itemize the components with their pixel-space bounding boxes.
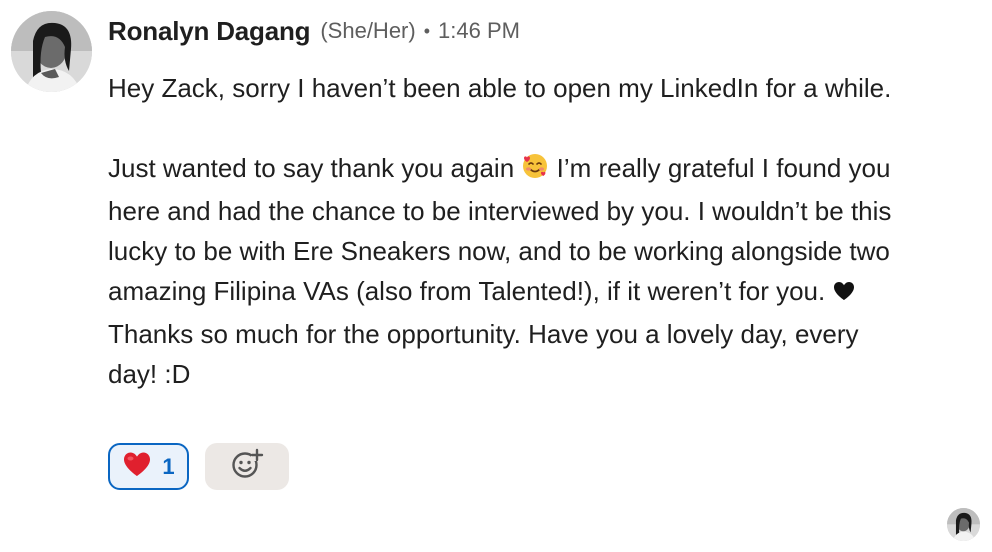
red-heart-icon (122, 450, 152, 483)
heart-reaction-chip[interactable]: 1 (108, 443, 189, 490)
sender-avatar[interactable] (11, 11, 92, 92)
header-separator: • (423, 20, 431, 41)
message-timestamp: 1:46 PM (438, 18, 520, 43)
sender-name[interactable]: Ronalyn Dagang (108, 16, 311, 47)
sender-pronouns: (She/Her) (320, 18, 416, 43)
reactions-bar: 1 (108, 443, 289, 490)
message-paragraph: Just wanted to say thank you again I’m r… (108, 148, 908, 394)
smiling-face-with-hearts-icon (521, 151, 549, 191)
avatar-photo (11, 11, 92, 92)
read-receipt-photo (947, 508, 980, 541)
message-body: Hey Zack, sorry I haven’t been able to o… (108, 68, 908, 394)
add-reaction-button[interactable] (205, 443, 289, 490)
black-heart-icon (832, 274, 856, 314)
add-reaction-icon (230, 447, 264, 486)
message-text: Thanks so much for the opportunity. Have… (108, 319, 859, 389)
message-paragraph: Hey Zack, sorry I haven’t been able to o… (108, 73, 892, 103)
message-text: Just wanted to say thank you again (108, 153, 522, 183)
read-receipt-avatar (947, 508, 980, 541)
reaction-count: 1 (162, 453, 175, 479)
message-header: Ronalyn Dagang (She/Her) • 1:46 PM (108, 14, 520, 48)
